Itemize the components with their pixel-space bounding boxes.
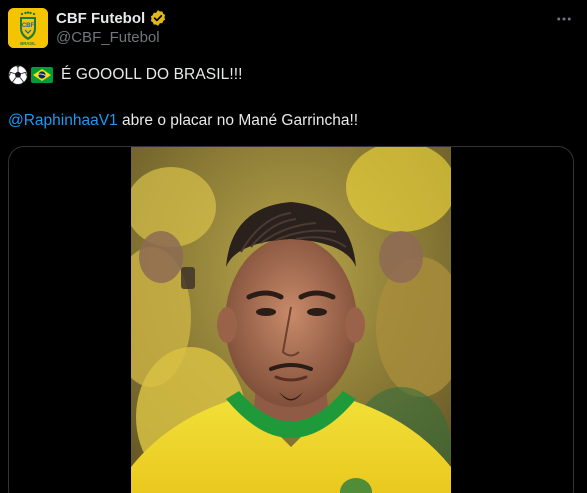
mention-link[interactable]: @RaphinhaaV1 — [8, 112, 118, 129]
more-options-button[interactable] — [549, 8, 579, 30]
verified-badge-icon — [149, 9, 167, 27]
author-handle[interactable]: @CBF_Futebol — [56, 29, 160, 46]
body-text: abre o placar no Mané Garrincha!! — [117, 112, 359, 129]
author-name-row[interactable]: CBF Futebol — [56, 8, 167, 28]
soccer-ball-icon — [8, 65, 28, 85]
post-text-body: @RaphinhaaV1 abre o placar no Mané Garri… — [8, 112, 358, 134]
brazil-flag-icon — [31, 67, 53, 83]
display-name[interactable]: CBF Futebol — [56, 10, 145, 27]
cbf-crest-icon: CBF BRASIL — [8, 8, 48, 48]
post-text-headline: É GOOOLL DO BRASIL!!! — [8, 64, 243, 86]
player-closeup-image[interactable] — [131, 147, 451, 493]
more-dots-icon — [557, 17, 571, 21]
avatar[interactable]: CBF BRASIL — [8, 8, 48, 48]
svg-text:BRASIL: BRASIL — [20, 41, 36, 46]
svg-text:CBF: CBF — [22, 23, 35, 29]
media-card[interactable] — [8, 146, 574, 493]
tweet: CBF BRASIL CBF Futebol @CBF_Futebol É GO… — [0, 0, 587, 493]
headline-text: É GOOOLL DO BRASIL!!! — [61, 66, 243, 83]
